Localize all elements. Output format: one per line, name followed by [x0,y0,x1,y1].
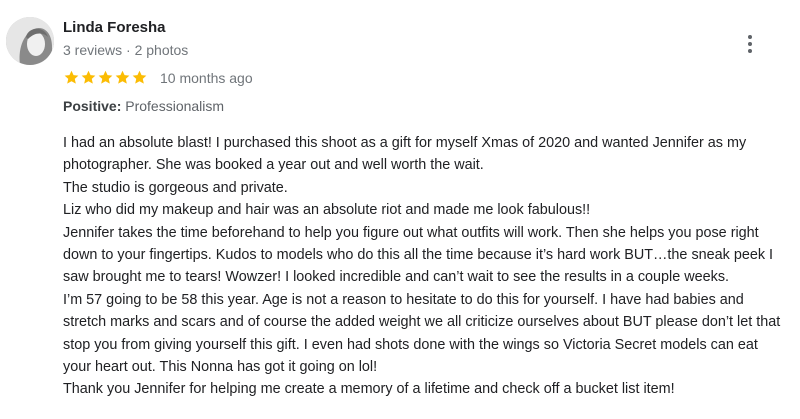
reviewer-name[interactable]: Linda Foresha [63,19,166,36]
review-paragraph: Jennifer takes the time beforehand to he… [63,224,774,286]
profile-photo [6,17,54,65]
review-date: 10 months ago [160,69,253,86]
review-paragraph: The studio is gorgeous and private. [63,179,288,196]
star-icon [64,70,79,84]
highlight-label: Positive: [63,98,122,114]
highlight-positive: Positive: Professionalism [63,98,224,114]
review-paragraph: I had an absolute blast! I purchased thi… [63,135,747,174]
star-icon [115,70,130,84]
star-icon [98,70,113,84]
review-text: I had an absolute blast! I purchased thi… [63,132,783,401]
avatar[interactable] [6,17,54,65]
rating-row: 10 months ago [63,69,253,86]
review-paragraph: Liz who did my makeup and hair was an ab… [63,202,591,219]
dot [748,49,752,53]
dot [748,35,752,39]
reviewer-meta: 3 reviews · 2 photos [63,42,189,58]
dot [748,42,752,46]
review-paragraph: Thank you Jennifer for helping me create… [63,381,675,398]
highlight-value: Professionalism [125,98,225,114]
star-icon [132,70,147,84]
star-icon [81,70,96,84]
review-paragraph: I’m 57 going to be 58 this year. Age is … [63,291,781,376]
star-rating [63,69,148,86]
more-vert-icon[interactable] [738,30,762,58]
